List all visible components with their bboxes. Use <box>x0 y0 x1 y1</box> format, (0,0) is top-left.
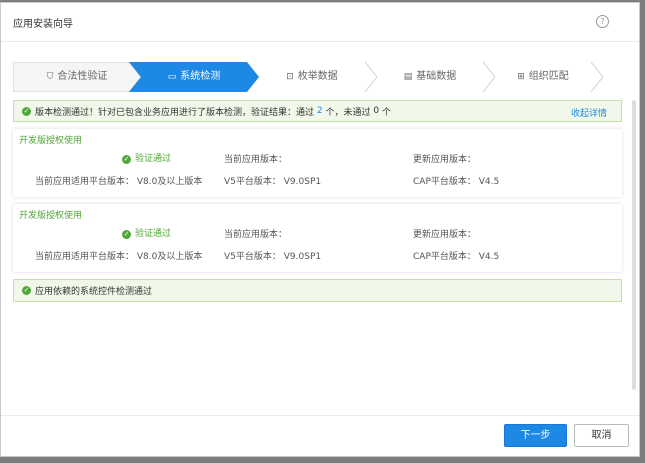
alert-middle: 个，未通过 <box>325 107 371 118</box>
step-label: 基础数据 <box>416 71 457 82</box>
license-tag: 开发版授权使用 <box>19 211 83 221</box>
app-card: 开发版授权使用 ✓ 验证通过 当前应用版本： 更新应用版本： 当前应用适用平台版本… <box>13 204 622 272</box>
monitor-icon: ▭ <box>167 72 177 82</box>
app-card: 开发版授权使用 ✓ 验证通过 当前应用版本： 更新应用版本： 当前应用适用平台版本… <box>13 129 622 197</box>
v5-label: V5平台版本： <box>224 177 281 187</box>
alert-prefix: 版本检测通过！针对已包含业务应用进行了版本检测，验证结果：通过 <box>35 107 315 118</box>
platform-value: V8.0及以上版本 <box>136 252 203 262</box>
collapse-details-link[interactable]: 收起详情 <box>571 106 607 119</box>
step-legality-check[interactable]: ⛉ 合法性验证 <box>13 62 141 92</box>
check-circle-icon: ✓ <box>22 286 31 295</box>
controls-check-text: 应用依赖的系统控件检测通过 <box>35 287 153 297</box>
cap-version: CAP平台版本： V4.5 <box>413 249 499 262</box>
platform-value: V8.0及以上版本 <box>136 177 203 187</box>
check-circle-icon: ✓ <box>122 155 131 164</box>
passed-count: 2 <box>316 106 323 116</box>
platform-label: 当前应用适用平台版本： <box>35 177 135 187</box>
status-text: 验证通过 <box>135 154 172 164</box>
enum-icon: ⊡ <box>286 72 294 82</box>
check-circle-icon: ✓ <box>122 230 131 239</box>
verify-status: ✓ 验证通过 <box>122 151 171 164</box>
platform-label: 当前应用适用平台版本： <box>35 252 135 262</box>
v5-value: V9.0SP1 <box>283 252 322 262</box>
dialog-title: 应用安装向导 <box>13 19 73 30</box>
step-label: 组织匹配 <box>528 71 569 82</box>
help-icon[interactable]: ? <box>596 15 609 28</box>
update-version-label: 更新应用版本： <box>413 155 477 165</box>
failed-count: 0 <box>373 106 380 116</box>
v5-label: V5平台版本： <box>224 252 281 262</box>
shield-icon: ⛉ <box>46 72 54 82</box>
cap-value: V4.5 <box>478 177 500 187</box>
controls-check-alert: ✓ 应用依赖的系统控件检测通过 <box>13 279 622 302</box>
platform-version: 当前应用适用平台版本： V8.0及以上版本 <box>35 249 202 262</box>
install-wizard-dialog: 应用安装向导 ? ⛉ 合法性验证 ▭ 系统检测 ⊡ 枚举数据 ▤ 基础数据 ⊞ … <box>0 2 640 457</box>
step-system-check[interactable]: ▭ 系统检测 <box>129 62 259 92</box>
version-check-alert: ✓ 版本检测通过！针对已包含业务应用进行了版本检测，验证结果：通过 2 个，未通… <box>13 100 622 122</box>
status-text: 验证通过 <box>135 229 172 239</box>
wizard-steps: ⛉ 合法性验证 ▭ 系统检测 ⊡ 枚举数据 ▤ 基础数据 ⊞ 组织匹配 <box>13 62 603 92</box>
cancel-button[interactable]: 取消 <box>574 424 629 447</box>
step-enum-data[interactable]: ⊡ 枚举数据 <box>247 62 377 92</box>
list-icon: ▤ <box>403 72 413 82</box>
cap-label: CAP平台版本： <box>413 177 476 187</box>
check-circle-icon: ✓ <box>22 106 31 116</box>
platform-version: 当前应用适用平台版本： V8.0及以上版本 <box>35 174 202 187</box>
step-label: 合法性验证 <box>57 71 108 82</box>
update-version-label: 更新应用版本： <box>413 230 477 240</box>
cap-value: V4.5 <box>478 252 500 262</box>
step-label: 枚举数据 <box>297 71 338 82</box>
v5-value: V9.0SP1 <box>283 177 322 187</box>
footer-divider <box>1 415 639 416</box>
v5-version: V5平台版本： V9.0SP1 <box>224 174 321 187</box>
alert-suffix: 个 <box>382 107 392 118</box>
step-org-match[interactable]: ⊞ 组织匹配 <box>483 62 603 92</box>
v5-version: V5平台版本： V9.0SP1 <box>224 249 321 262</box>
title-bar: 应用安装向导 ? <box>1 3 639 42</box>
license-tag: 开发版授权使用 <box>19 136 83 146</box>
org-icon: ⊞ <box>517 72 525 82</box>
cap-version: CAP平台版本： V4.5 <box>413 174 499 187</box>
step-base-data[interactable]: ▤ 基础数据 <box>365 62 495 92</box>
next-button[interactable]: 下一步 <box>504 424 567 447</box>
current-version-label: 当前应用版本： <box>224 155 288 165</box>
current-version-label: 当前应用版本： <box>224 230 288 240</box>
verify-status: ✓ 验证通过 <box>122 226 171 239</box>
cap-label: CAP平台版本： <box>413 252 476 262</box>
scrollbar[interactable] <box>632 100 636 390</box>
step-label: 系统检测 <box>180 71 221 82</box>
